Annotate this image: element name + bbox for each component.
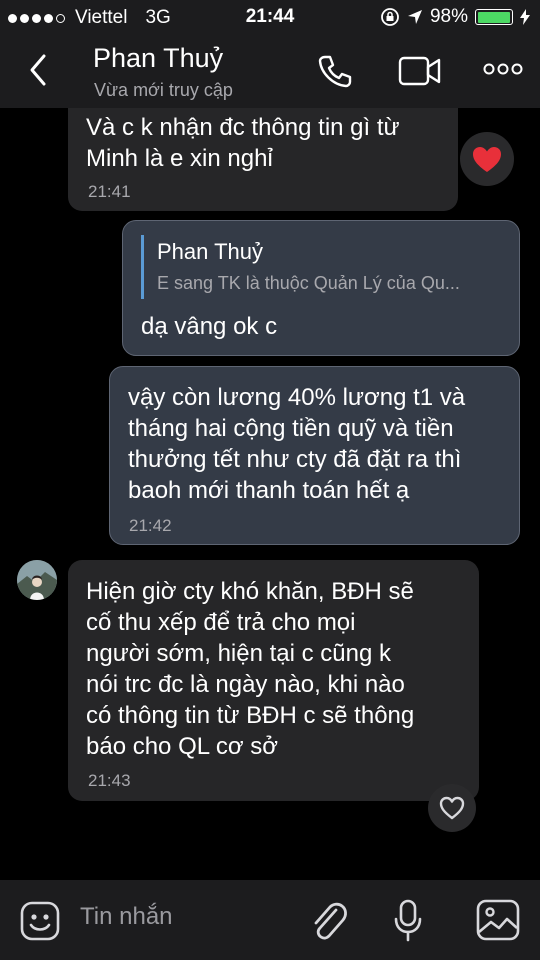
message-line: người sớm, hiện tại c cũng k [86, 640, 392, 667]
message-composer: Tin nhắn [0, 880, 540, 960]
reply-quote[interactable]: Phan Thuỷ E sang TK là thuộc Quản Lý của… [141, 235, 506, 299]
location-arrow-icon [407, 10, 422, 24]
message-line: Minh là e xin nghỉ [86, 145, 273, 172]
message-time: 21:41 [88, 182, 131, 201]
paperclip-icon[interactable] [306, 898, 350, 944]
video-camera-icon[interactable] [398, 54, 442, 88]
battery-percent: 98% [429, 6, 468, 27]
red-heart-icon [473, 147, 501, 172]
avatar[interactable] [17, 560, 57, 600]
battery-icon [475, 9, 513, 25]
reply-author: Phan Thuỷ [157, 239, 264, 264]
contact-name[interactable]: Phan Thuỷ [93, 43, 223, 74]
message-line: nói trc đc là ngày nào, khi nào [86, 671, 405, 698]
reaction-heart[interactable] [460, 132, 514, 186]
message-line: cố thu xếp để trả cho mọi [86, 609, 356, 636]
message-line: baoh mới thanh toán hết ạ [128, 477, 410, 504]
message-bubble-incoming[interactable]: Và c k nhận đc thông tin gì từ Minh là e… [68, 108, 458, 211]
status-bar: Viettel 3G 21:44 98% [0, 0, 540, 34]
message-line: tháng hai cộng tiền quỹ và tiền [128, 415, 454, 442]
chat-header: Phan Thuỷ Vừa mới truy cập [0, 34, 540, 108]
image-icon[interactable] [475, 898, 521, 942]
more-options-icon[interactable] [483, 62, 523, 76]
battery-level [477, 11, 510, 23]
message-line: thưởng tết như cty đã đặt ra thì [128, 446, 462, 473]
microphone-icon[interactable] [393, 898, 423, 944]
message-line: vậy còn lương 40% lương t1 và [128, 384, 466, 411]
emoji-icon[interactable] [19, 900, 61, 942]
message-time: 21:43 [88, 771, 131, 790]
message-line: có thông tin từ BĐH c sẽ thông [86, 702, 415, 729]
message-line: Và c k nhận đc thông tin gì từ [86, 114, 400, 141]
charging-bolt-icon [520, 9, 530, 25]
message-line: Hiện giờ cty khó khăn, BĐH sẽ [86, 578, 414, 605]
back-chevron-icon[interactable] [22, 52, 58, 88]
status-indicators: 98% [380, 6, 530, 28]
reply-snippet: E sang TK là thuộc Quản Lý của Qu... [157, 273, 460, 293]
message-list[interactable]: Và c k nhận đc thông tin gì từ Minh là e… [0, 108, 540, 880]
rotation-lock-icon [381, 8, 399, 26]
message-line: dạ vâng ok c [141, 313, 278, 340]
avatar-photo [17, 560, 57, 600]
contact-status: Vừa mới truy cập [94, 80, 233, 100]
message-bubble-outgoing[interactable]: vậy còn lương 40% lương t1 và tháng hai … [109, 366, 520, 545]
message-bubble-outgoing[interactable]: Phan Thuỷ E sang TK là thuộc Quản Lý của… [122, 220, 520, 356]
phone-icon[interactable] [316, 52, 354, 90]
react-heart-button[interactable] [428, 784, 476, 832]
message-line: báo cho QL cơ sở [86, 733, 279, 760]
heart-outline-icon [439, 796, 465, 820]
message-input[interactable]: Tin nhắn [80, 903, 173, 931]
message-time: 21:42 [129, 516, 172, 535]
message-bubble-incoming[interactable]: Hiện giờ cty khó khăn, BĐH sẽ cố thu xếp… [68, 560, 479, 801]
